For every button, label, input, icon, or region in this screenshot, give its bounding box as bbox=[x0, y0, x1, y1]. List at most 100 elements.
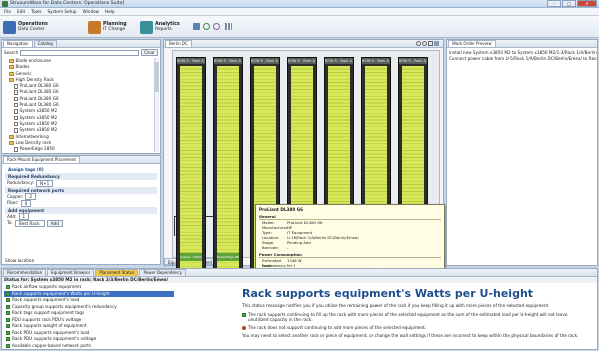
rack-device-label[interactable]: System x3850 M2 bbox=[180, 253, 202, 261]
rack-device-label[interactable]: PowerEdge 2850 bbox=[217, 253, 239, 261]
folder-icon bbox=[9, 134, 14, 139]
analytics-button[interactable]: Analytics Reports bbox=[140, 19, 180, 35]
layers-icon[interactable] bbox=[434, 41, 439, 46]
tooltip-general-list: Model: ProLiant DL380 G6 Manufacturer: HP Ty… bbox=[259, 220, 441, 250]
status-panel: Recommendation Equipment Browser Placeme… bbox=[1, 268, 598, 350]
zoom-in-icon[interactable] bbox=[416, 41, 421, 46]
operations-icon bbox=[3, 20, 16, 34]
redundancy-label: Redundancy: bbox=[7, 180, 35, 185]
analytics-icon bbox=[140, 20, 153, 34]
tab-catalog[interactable]: Catalog bbox=[33, 40, 57, 47]
tooltip-key: Barcode: bbox=[262, 245, 279, 250]
placement-panel: Rack-Mount Equipment Placement Assign ta… bbox=[1, 155, 161, 265]
zoom-out-icon[interactable] bbox=[422, 41, 427, 46]
rack-title: ROW R - Rack A 3 bbox=[251, 58, 279, 64]
rack[interactable]: ROW R - Rack A 2 PowerEdge 2850 bbox=[213, 57, 243, 292]
fiber-field[interactable]: 0 bbox=[20, 199, 32, 207]
tab-navigation[interactable]: Navigation bbox=[3, 40, 33, 47]
tab-berlin-dc[interactable]: Berlin DC bbox=[165, 40, 192, 47]
tree-item-label: PowerEdge 2850 bbox=[19, 146, 55, 152]
tab-equipment-browser[interactable]: Equipment Browser bbox=[47, 269, 95, 276]
rack-title: ROW R - Rack A 5 bbox=[325, 58, 353, 64]
device-icon bbox=[14, 109, 18, 114]
device-icon bbox=[14, 96, 18, 102]
to-select[interactable]: Best Rack bbox=[14, 219, 45, 227]
minimize-button[interactable]: – bbox=[547, 0, 561, 7]
placement-tab[interactable]: Rack-Mount Equipment Placement bbox=[3, 156, 80, 163]
tooltip-power-list: Estimated Load: 1348 W Redundancy: N+1 bbox=[259, 258, 441, 268]
work-order-list: Install new System x3850 M2 to System x3… bbox=[447, 48, 597, 63]
rack-title: ROW R - Rack A 6 bbox=[362, 58, 390, 64]
menu-edit[interactable]: Edit bbox=[17, 9, 25, 14]
check-icon bbox=[6, 324, 10, 329]
search-label: Search bbox=[4, 50, 19, 55]
tab-work-order-preview[interactable]: Work Order Preview bbox=[448, 40, 496, 47]
floor-rule-left bbox=[174, 216, 175, 236]
rack-title: ROW R - Rack A 4 bbox=[288, 58, 316, 64]
planning-button[interactable]: Planning IT Change bbox=[88, 19, 127, 35]
menu-file[interactable]: File bbox=[4, 9, 11, 14]
tab-power-dependency[interactable]: Power Dependency bbox=[139, 269, 187, 276]
redundancy-select[interactable]: N+1 bbox=[36, 179, 54, 187]
device-icon bbox=[14, 84, 18, 89]
fit-view-icon[interactable] bbox=[428, 41, 433, 46]
detail-bullet-fail-text: The rack does not support continuing to … bbox=[248, 324, 427, 330]
check-icon bbox=[6, 291, 10, 296]
menu-bar: File Edit Tools System Setup Window Help bbox=[0, 8, 599, 16]
check-icon bbox=[6, 311, 10, 316]
status-tabs: Recommendation Equipment Browser Placeme… bbox=[2, 269, 597, 277]
menu-window[interactable]: Window bbox=[83, 9, 100, 14]
navigation-panel: Navigation Catalog Search Clear Blade en… bbox=[1, 39, 161, 154]
required-redundancy-header: Required Redundancy bbox=[5, 173, 157, 180]
tree-scroll-thumb[interactable] bbox=[155, 62, 159, 92]
operations-sub: Data Center bbox=[18, 27, 45, 32]
grid-icon[interactable] bbox=[225, 23, 232, 30]
add-button[interactable]: Add bbox=[46, 219, 63, 227]
status-detail: Rack supports equipment's Watts per U-he… bbox=[242, 287, 582, 348]
work-order-panel: Work Order Preview Install new System x3… bbox=[446, 39, 598, 266]
show-location-link[interactable]: Show location bbox=[5, 258, 34, 263]
rack-title: ROW R - Rack A 2 bbox=[214, 58, 242, 64]
assign-tags[interactable]: Assign tags (0) bbox=[5, 166, 157, 173]
window-title: StruxureWare for Data Centers: Operation… bbox=[10, 1, 125, 6]
toolbar: Operations Data Center Planning IT Change … bbox=[0, 16, 599, 38]
floorplan-tabs: Berlin DC bbox=[164, 40, 443, 48]
rack[interactable]: ROW R - Rack A 1 System x3850 M2 bbox=[176, 57, 206, 292]
analytics-label: Analytics Reports bbox=[155, 22, 180, 32]
tree-item[interactable]: PowerEdge 2850 bbox=[4, 146, 152, 152]
detail-bullet-fail: The rack does not support continuing to … bbox=[242, 325, 582, 331]
status-item[interactable]: Available copper-based network ports bbox=[4, 343, 174, 349]
to-row: To: Best Rack Add bbox=[5, 219, 157, 227]
zoom-icon[interactable] bbox=[213, 23, 220, 30]
close-button[interactable]: ✕ bbox=[577, 0, 597, 7]
menu-tools[interactable]: Tools bbox=[31, 9, 41, 14]
menu-system-setup[interactable]: System Setup bbox=[47, 9, 76, 14]
tab-recommendation[interactable]: Recommendation bbox=[3, 269, 47, 276]
detail-title: Rack supports equipment's Watts per U-he… bbox=[242, 287, 534, 300]
refresh-icon[interactable] bbox=[203, 23, 210, 30]
tree-scrollbar[interactable] bbox=[154, 58, 159, 152]
maximize-button[interactable]: □ bbox=[562, 0, 576, 7]
device-icon bbox=[14, 102, 18, 108]
tab-placement-status[interactable]: Placement Status bbox=[95, 269, 139, 276]
clear-button[interactable]: Clear bbox=[141, 49, 158, 56]
folder-icon bbox=[9, 78, 14, 83]
error-icon bbox=[242, 325, 246, 330]
rack-title: ROW R - Rack A 7 bbox=[399, 58, 427, 64]
window-controls: – □ ✕ bbox=[547, 0, 597, 7]
catalog-tree: Blade enclosures Blades Generic High Densit… bbox=[4, 58, 152, 152]
menu-help[interactable]: Help bbox=[105, 9, 115, 14]
planning-icon bbox=[88, 20, 101, 34]
check-icon bbox=[6, 285, 10, 290]
operations-button[interactable]: Operations Data Center bbox=[3, 19, 48, 35]
search-input[interactable] bbox=[20, 49, 140, 56]
device-icon bbox=[14, 147, 18, 152]
status-item-label: Available copper-based network ports bbox=[12, 342, 92, 348]
planning-sub: IT Change bbox=[103, 27, 126, 32]
save-icon[interactable] bbox=[193, 23, 200, 30]
device-icon bbox=[14, 115, 18, 121]
status-list: Rack airflow supports equipment Rack supp… bbox=[4, 284, 174, 348]
search-row: Search Clear bbox=[2, 48, 160, 57]
detail-bullet-ok-text: The rack supports continuing to fill up … bbox=[248, 311, 568, 323]
tooltip-value: ProLiant DL380 G6 bbox=[287, 220, 323, 225]
